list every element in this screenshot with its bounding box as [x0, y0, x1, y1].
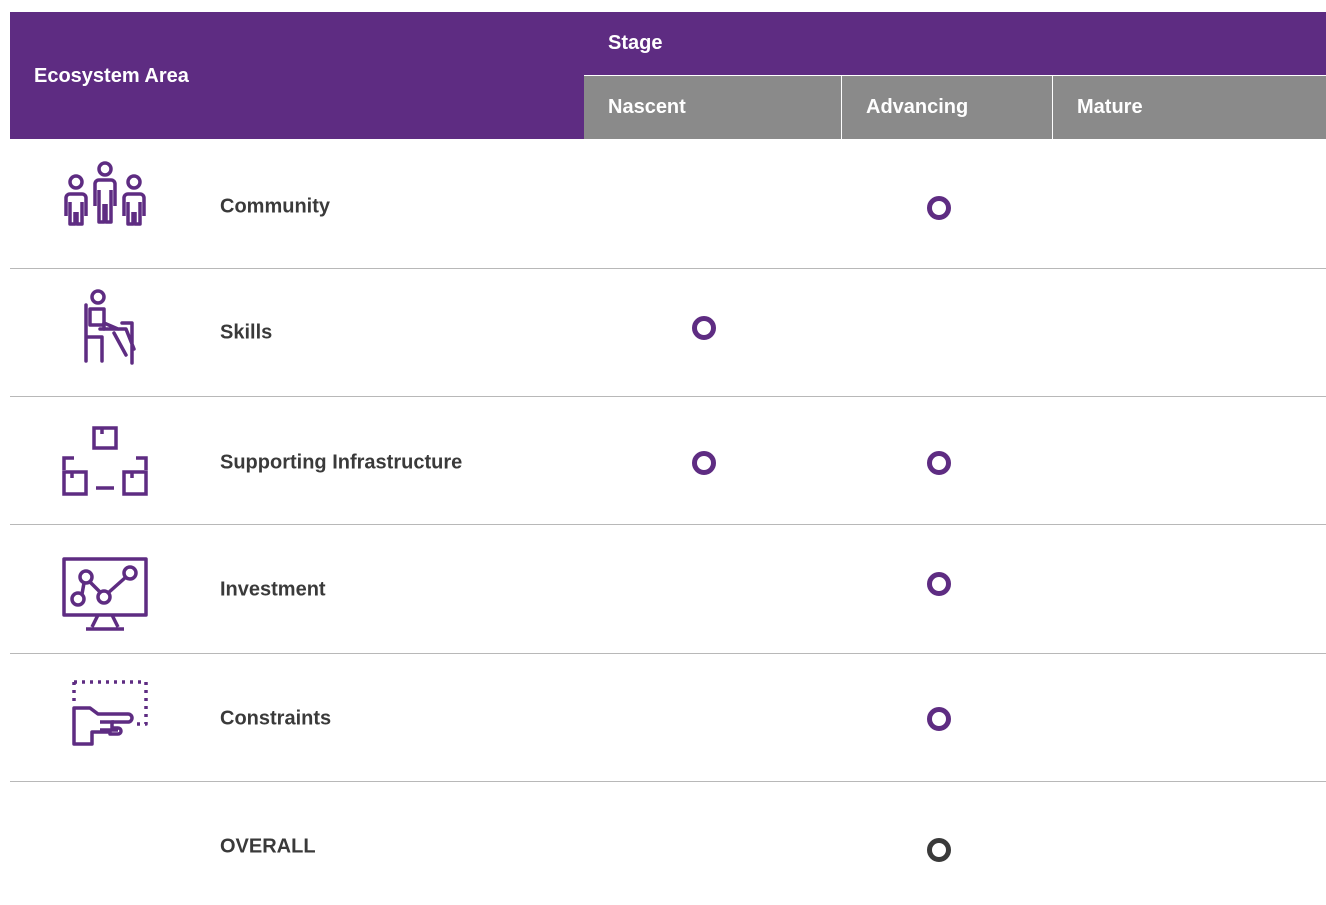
stage-column-label: Advancing [866, 96, 969, 118]
stage-column-label: Mature [1077, 96, 1143, 118]
stage-column-nascent: Nascent [584, 76, 841, 139]
stage-marker [927, 707, 951, 731]
header-divider [1052, 76, 1053, 139]
ecosystem-area-header: Ecosystem Area [10, 12, 584, 139]
investment-icon [60, 555, 150, 645]
stage-column-mature: Mature [1053, 76, 1326, 139]
row-divider [10, 524, 1326, 525]
area-label-overall: OVERALL [220, 835, 316, 858]
stage-column-label: Nascent [608, 96, 686, 118]
infrastructure-icon [60, 420, 150, 510]
row-divider [10, 781, 1326, 782]
stage-marker [927, 451, 951, 475]
stage-column-advancing: Advancing [842, 76, 1052, 139]
overall-stage-marker [927, 838, 951, 862]
skills-icon [60, 287, 150, 377]
header-divider [841, 76, 842, 139]
ecosystem-area-header-label: Ecosystem Area [34, 65, 189, 87]
stage-header: Stage [584, 12, 1326, 75]
area-label-investment: Investment [220, 578, 326, 601]
row-divider [10, 396, 1326, 397]
area-label-community: Community [220, 195, 330, 218]
stage-marker [927, 572, 951, 596]
area-label-constraints: Constraints [220, 707, 332, 730]
stage-marker [692, 451, 716, 475]
stage-header-label: Stage [608, 32, 663, 54]
community-icon [60, 160, 150, 250]
row-divider [10, 268, 1326, 269]
area-label-supporting-infrastructure: Supporting Infrastructure [220, 451, 463, 474]
stage-marker [927, 196, 951, 220]
stage-marker [692, 316, 716, 340]
constraints-icon [60, 678, 150, 768]
area-label-skills: Skills [220, 321, 273, 344]
row-divider [10, 653, 1326, 654]
